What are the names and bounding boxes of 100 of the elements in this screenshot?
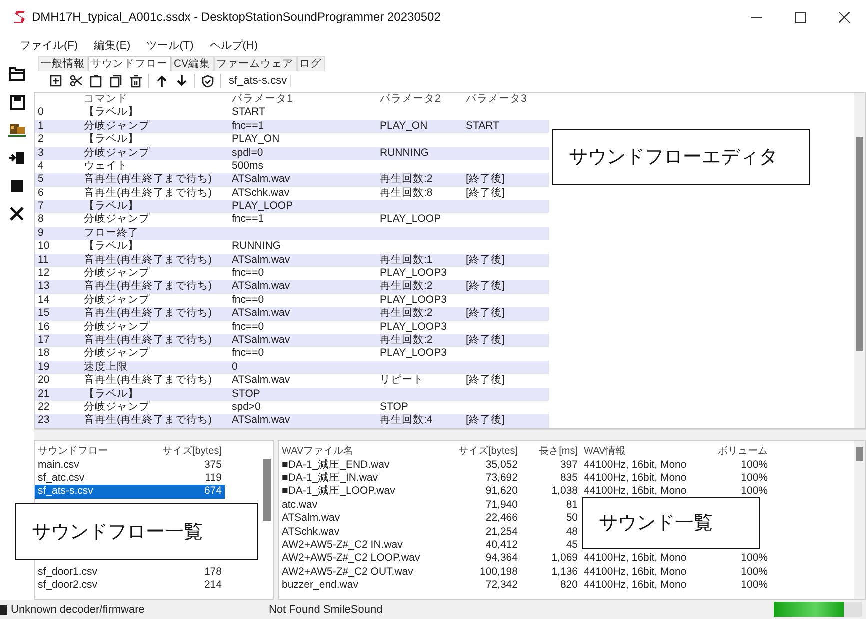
column-header[interactable]: コマンド [81,92,229,106]
table-row[interactable]: 13 音再生(再生終了まで待ち) ATSalm.wav 再生回数:2 [終了後] [35,280,549,294]
scrollbar-thumb[interactable] [263,459,271,522]
cut-button[interactable] [68,74,83,89]
row-number: 4 [37,160,45,174]
column-header[interactable]: サイズ[bytes] [445,445,521,459]
list-item[interactable]: sf_door2.csv [35,579,155,593]
tab[interactable]: 一般情報 [38,56,88,71]
file-name[interactable]: ATSchk.wav [279,526,445,540]
row-number: 10 [37,240,51,254]
row-number: 6 [37,186,45,200]
table-cell-text: 44100Hz, 16bit, Mono [583,485,688,499]
table-cell-text: ATSchk.wav [231,186,291,200]
table-row[interactable]: 11 音再生(再生終了まで待ち) ATSalm.wav 再生回数:1 [終了後] [35,254,549,268]
table-cell-text: [終了後] [465,414,506,428]
close-icon[interactable] [838,12,850,22]
table-row[interactable]: 17 音再生(再生終了まで待ち) ATSalm.wav 再生回数:2 [終了後] [35,334,549,348]
table-row[interactable]: 3 分岐ジャンプ spdl=0 RUNNING [35,146,549,160]
table-row[interactable]: 1 分岐ジャンプ fnc==1 PLAY_ON START [35,120,549,134]
list-item[interactable]: sf_door1.csv [35,566,155,580]
window-title: DMH17H_typical_A001c.ssdx - DesktopStationSoundProgrammer 20230502 [32,10,441,24]
paste-button[interactable] [88,74,103,89]
table-cell-text: PLAY_LOOP3 [379,320,448,334]
table-cell-text: 音再生(再生終了まで待ち) [83,334,213,347]
table-cell-text: 分岐ジャンプ [83,146,151,160]
table-row[interactable]: 5 音再生(再生終了まで待ち) ATSalm.wav 再生回数:2 [終了後] [35,173,549,187]
save-button[interactable] [7,92,27,112]
table-cell-text: 【ラベル】 [83,200,140,213]
table-row[interactable]: 19 速度上限 0 [35,360,549,374]
table-cell-text: [終了後] [465,186,506,200]
table-cell-text: ATSalm.wav [231,307,292,321]
table-cell-text: fnc==0 [231,267,266,280]
list-item[interactable]: sf_atc.csv [35,472,155,486]
table-cell-text: 40,412 [484,539,519,552]
table-row[interactable]: 7 【ラベル】 PLAY_LOOP [35,200,549,214]
row-number: 2 [37,133,45,147]
column-header[interactable]: WAV情報 [581,445,705,459]
row-number: 22 [37,400,51,414]
file-name[interactable]: ATSalm.wav [279,512,445,526]
column-header[interactable]: サウンドフロー [35,445,155,459]
table-cell-text: ATSalm.wav [231,414,292,428]
open-folder-button[interactable] [7,64,27,84]
maximize-icon[interactable] [794,12,806,22]
file-name[interactable]: AW2+AW5-Z#_C2 OUT.wav [279,566,445,580]
table-row[interactable]: 21 【ラベル】 STOP [35,388,549,401]
copy-button[interactable] [108,74,123,89]
list-item[interactable]: sf_ats-s.csv [35,485,155,499]
table-row[interactable]: 15 音再生(再生終了まで待ち) ATSalm.wav 再生回数:2 [終了後] [35,307,549,321]
table-row[interactable]: 23 音再生(再生終了まで待ち) ATSalm.wav 再生回数:4 [終了後] [35,414,549,428]
menu-item[interactable]: 編集(E) [86,38,139,52]
scrollbar-thumb[interactable] [856,447,863,462]
menu-item[interactable]: ツール(T) [138,38,202,52]
file-name[interactable]: atc.wav [279,498,445,512]
column-header[interactable]: WAVファイル名 [279,445,445,459]
row-number: 12 [37,267,51,280]
table-cell-text: 100% [740,566,769,580]
menu-item[interactable]: ファイル(F) [12,38,86,52]
file-name[interactable]: AW2+AW5-Z#_C2 LOOP.wav [279,552,445,566]
table-cell-text: 【ラベル】 [83,388,140,401]
scrollbar-thumb[interactable] [856,136,863,351]
table-cell-text: [終了後] [465,307,506,321]
table-cell-text: [終了後] [465,280,506,294]
file-name[interactable]: ■DA-1_減圧_LOOP.wav [279,485,445,499]
column-header[interactable]: サイズ[bytes] [155,445,225,459]
table-cell-text: 820 [559,579,579,593]
add-button[interactable] [48,74,63,89]
row-number: 14 [37,294,51,308]
table-cell-text: 音再生(再生終了まで待ち) [83,414,213,428]
list-item[interactable]: main.csv [35,458,155,472]
tab[interactable]: ログ [296,56,325,71]
table-cell-text: 73,692 [484,472,519,486]
table-row[interactable]: 9 フロー終了 [35,226,549,240]
table-cell-text: 【ラベル】 [83,133,140,147]
table-cell-text: 分岐ジャンプ [83,320,151,334]
file-name[interactable]: buzzer_end.wav [279,579,445,593]
tab[interactable]: CV編集 [171,56,214,71]
row-number: 0 [37,106,45,120]
column-header[interactable]: 長さ[ms] [521,445,581,459]
tab[interactable]: ファームウェア [214,56,297,71]
file-name[interactable]: ■DA-1_減圧_END.wav [279,458,445,472]
table-cell-text: 再生回数:2 [379,280,434,294]
file-name[interactable]: AW2+AW5-Z#_C2 IN.wav [279,539,445,552]
column-header[interactable]: パラメータ1 [229,92,377,106]
table-cell-text: ATSalm.wav [231,374,292,388]
column-header[interactable]: パラメータ2 [377,92,463,106]
table-cell-text: 21,254 [484,526,519,540]
table-cell-text: 100% [740,485,769,499]
table-cell-text: 分岐ジャンプ [83,120,151,133]
table-cell-text: [終了後] [465,254,506,268]
column-header[interactable]: ボリューム [705,445,771,459]
tab[interactable]: サウンドフロー [88,56,171,71]
delete-button[interactable] [128,74,143,89]
table-cell-text: 0 [231,360,239,374]
menu-item[interactable]: ヘルプ(H) [202,38,266,52]
column-header[interactable]: パラメータ3 [463,92,549,106]
check-button[interactable] [200,74,215,89]
table-cell-text: 71,940 [484,498,519,512]
file-name[interactable]: ■DA-1_減圧_IN.wav [279,472,445,486]
table-cell-text: RUNNING [231,240,282,254]
table-cell-text: 分岐ジャンプ [83,400,151,414]
